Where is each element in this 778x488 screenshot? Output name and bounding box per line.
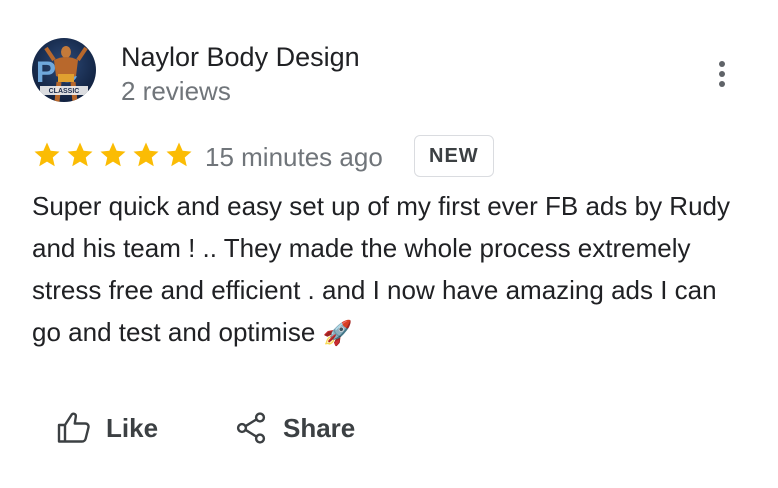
more-options-button[interactable] bbox=[706, 56, 738, 92]
star-icon bbox=[166, 142, 192, 167]
more-vert-icon bbox=[719, 61, 725, 87]
star-rating bbox=[32, 140, 194, 170]
share-button[interactable]: Share bbox=[233, 403, 355, 453]
rocket-emoji: 🚀 bbox=[322, 320, 353, 347]
thumb-up-icon bbox=[57, 412, 90, 443]
star-icon bbox=[100, 142, 126, 167]
review-time: 15 minutes ago bbox=[205, 142, 383, 172]
review-body: Super quick and easy set up of my first … bbox=[32, 191, 730, 347]
star-icon bbox=[67, 142, 93, 167]
star-icon bbox=[34, 142, 60, 167]
star-icon bbox=[133, 142, 159, 167]
like-button[interactable]: Like bbox=[56, 403, 158, 453]
share-label: Share bbox=[283, 412, 356, 443]
avatar-banner: CLASSIC bbox=[49, 88, 80, 95]
new-badge: NEW bbox=[414, 135, 494, 177]
author-name[interactable]: Naylor Body Design bbox=[121, 41, 360, 73]
avatar[interactable]: PC CLASSIC bbox=[32, 38, 96, 102]
review-card: PC CLASSIC Naylor Body Design 2 reviews … bbox=[0, 0, 778, 488]
review-count[interactable]: 2 reviews bbox=[121, 75, 231, 107]
review-text: Super quick and easy set up of my first … bbox=[32, 185, 752, 355]
avatar-image: PC CLASSIC bbox=[36, 46, 88, 102]
like-label: Like bbox=[106, 412, 159, 443]
share-icon bbox=[236, 412, 266, 444]
